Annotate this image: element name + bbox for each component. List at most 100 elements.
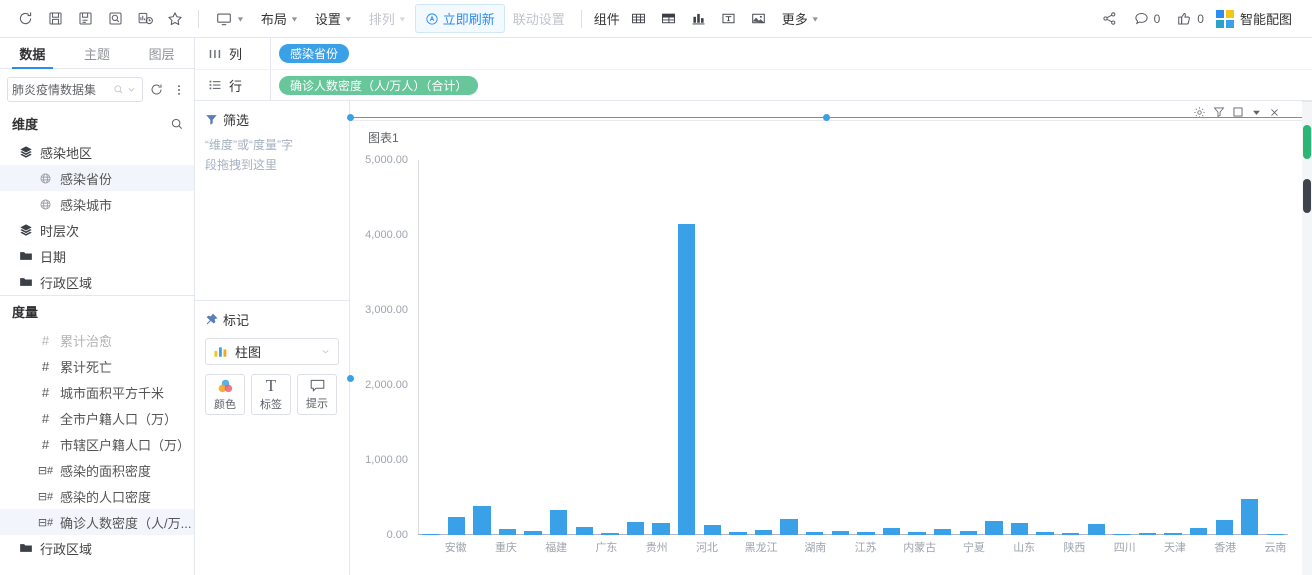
bar[interactable]	[422, 534, 439, 536]
dimension-item-5[interactable]: 行政区域	[0, 269, 194, 295]
dimension-item-0[interactable]: 感染地区	[0, 139, 194, 165]
resize-handle-left-mid[interactable]	[347, 375, 354, 382]
resize-handle-left[interactable]	[347, 114, 354, 121]
menu-layout[interactable]: 布局 ▼	[253, 5, 307, 32]
bar[interactable]	[601, 533, 618, 535]
scrollbar-thumb[interactable]	[1303, 179, 1311, 213]
bar[interactable]	[985, 521, 1002, 535]
filter-dropzone[interactable]: “维度”或“度量”字 段拖拽到这里	[195, 135, 349, 300]
chevron-down-icon[interactable]	[125, 84, 138, 95]
bar-slot	[1160, 160, 1186, 535]
preview-search-icon[interactable]	[100, 5, 130, 33]
dropdown-triangle-icon[interactable]	[1251, 107, 1262, 118]
dimension-item-3[interactable]: 时层次	[0, 217, 194, 243]
like-count[interactable]: 0	[1168, 10, 1212, 27]
bar[interactable]	[550, 510, 567, 536]
mark-color-button[interactable]: 颜色	[205, 374, 245, 415]
bar-chart-icon[interactable]	[684, 5, 714, 33]
column-pill-0[interactable]: 感染省份	[279, 44, 349, 63]
measure-item-2[interactable]: # 城市面积平方千米	[0, 379, 194, 405]
bar[interactable]	[1113, 534, 1130, 535]
measure-item-label: 行政区域	[40, 539, 92, 558]
bar[interactable]	[806, 532, 823, 535]
measure-item-4[interactable]: # 市辖区户籍人口（万）	[0, 431, 194, 457]
history-chart-icon[interactable]	[130, 5, 160, 33]
bar[interactable]	[908, 532, 925, 535]
bar[interactable]	[857, 532, 874, 535]
tab-theme[interactable]: 主题	[65, 38, 130, 68]
measure-item-7[interactable]: ⊟# 确诊人数密度（人/万...	[0, 509, 194, 535]
dimension-item-2[interactable]: 感染城市	[0, 191, 194, 217]
bar[interactable]	[883, 528, 900, 535]
tab-data[interactable]: 数据	[0, 38, 65, 68]
bar[interactable]	[960, 531, 977, 535]
resize-handle-top[interactable]	[823, 114, 830, 121]
bar[interactable]	[1139, 533, 1156, 535]
measure-item-6[interactable]: ⊟# 感染的人口密度	[0, 483, 194, 509]
measure-item-8[interactable]: 行政区域	[0, 535, 194, 561]
bar[interactable]	[780, 519, 797, 535]
bar[interactable]	[704, 525, 721, 536]
bar[interactable]	[1190, 528, 1207, 535]
tab-layer-label: 图层	[149, 44, 175, 63]
scrollbar-thumb-secondary[interactable]	[1303, 125, 1311, 159]
bar[interactable]	[1062, 533, 1079, 535]
comment-count[interactable]: 0	[1125, 10, 1169, 27]
column-shelf-dropzone[interactable]: 感染省份	[270, 38, 1312, 69]
bar[interactable]	[755, 530, 772, 535]
bar[interactable]	[448, 517, 465, 535]
grid-table-icon[interactable]	[624, 5, 654, 33]
mark-label-button[interactable]: T 标签	[251, 374, 291, 415]
text-box-icon[interactable]	[714, 5, 744, 33]
favorite-star-icon[interactable]	[160, 5, 190, 33]
bar[interactable]	[1216, 520, 1233, 535]
row-shelf-dropzone[interactable]: 确诊人数密度（人/万人）（合计）	[270, 70, 1312, 100]
smart-layout-button[interactable]: 智能配图	[1212, 9, 1302, 28]
refresh-circle-icon[interactable]	[10, 5, 40, 33]
x-axis-slot	[936, 539, 961, 561]
measure-item-5[interactable]: ⊟# 感染的面积密度	[0, 457, 194, 483]
refresh-now-button[interactable]: 立即刷新	[415, 4, 505, 33]
measure-item-1[interactable]: # 累计死亡	[0, 353, 194, 379]
image-icon[interactable]	[744, 5, 774, 33]
bar[interactable]	[1267, 534, 1284, 536]
dimension-search-icon[interactable]	[170, 117, 184, 131]
menu-more[interactable]: 更多 ▼	[774, 5, 828, 32]
bar[interactable]	[729, 532, 746, 535]
bar[interactable]	[627, 522, 644, 536]
bar[interactable]	[832, 531, 849, 535]
close-x-icon[interactable]	[1269, 107, 1280, 118]
search-icon[interactable]	[112, 84, 125, 95]
save-icon[interactable]	[40, 5, 70, 33]
dataset-select[interactable]: 肺炎疫情数据集	[7, 77, 143, 102]
dimension-item-4[interactable]: 日期	[0, 243, 194, 269]
mark-tooltip-button[interactable]: 提示	[297, 374, 337, 415]
mark-type-select[interactable]: 柱图	[205, 338, 339, 365]
bar[interactable]	[1241, 499, 1258, 535]
refresh-dataset-icon[interactable]	[148, 82, 165, 97]
screen-menu[interactable]: ▼	[207, 6, 253, 32]
bar[interactable]	[1164, 533, 1181, 535]
measure-item-3[interactable]: # 全市户籍人口（万）	[0, 405, 194, 431]
bar[interactable]	[1036, 532, 1053, 535]
dataset-more-icon[interactable]	[170, 83, 187, 97]
bar[interactable]	[576, 527, 593, 535]
bar[interactable]	[499, 529, 516, 535]
share-icon[interactable]	[1095, 5, 1125, 33]
bar[interactable]	[934, 529, 951, 535]
dimension-item-1[interactable]: 感染省份	[0, 165, 194, 191]
save-as-icon[interactable]	[70, 5, 100, 33]
bar[interactable]	[678, 224, 695, 535]
x-axis-slot: 陕西	[1062, 539, 1087, 561]
bar[interactable]	[652, 523, 669, 535]
bar[interactable]	[524, 531, 541, 536]
vertical-scrollbar[interactable]	[1302, 101, 1312, 575]
cross-table-icon[interactable]	[654, 5, 684, 33]
tab-layer[interactable]: 图层	[129, 38, 194, 68]
bar[interactable]	[1011, 523, 1028, 535]
menu-settings[interactable]: 设置 ▼	[307, 5, 361, 32]
measure-item-0[interactable]: # 累计治愈	[0, 327, 194, 353]
row-pill-0[interactable]: 确诊人数密度（人/万人）（合计）	[279, 76, 478, 95]
bar[interactable]	[1088, 524, 1105, 535]
bar[interactable]	[473, 506, 490, 535]
